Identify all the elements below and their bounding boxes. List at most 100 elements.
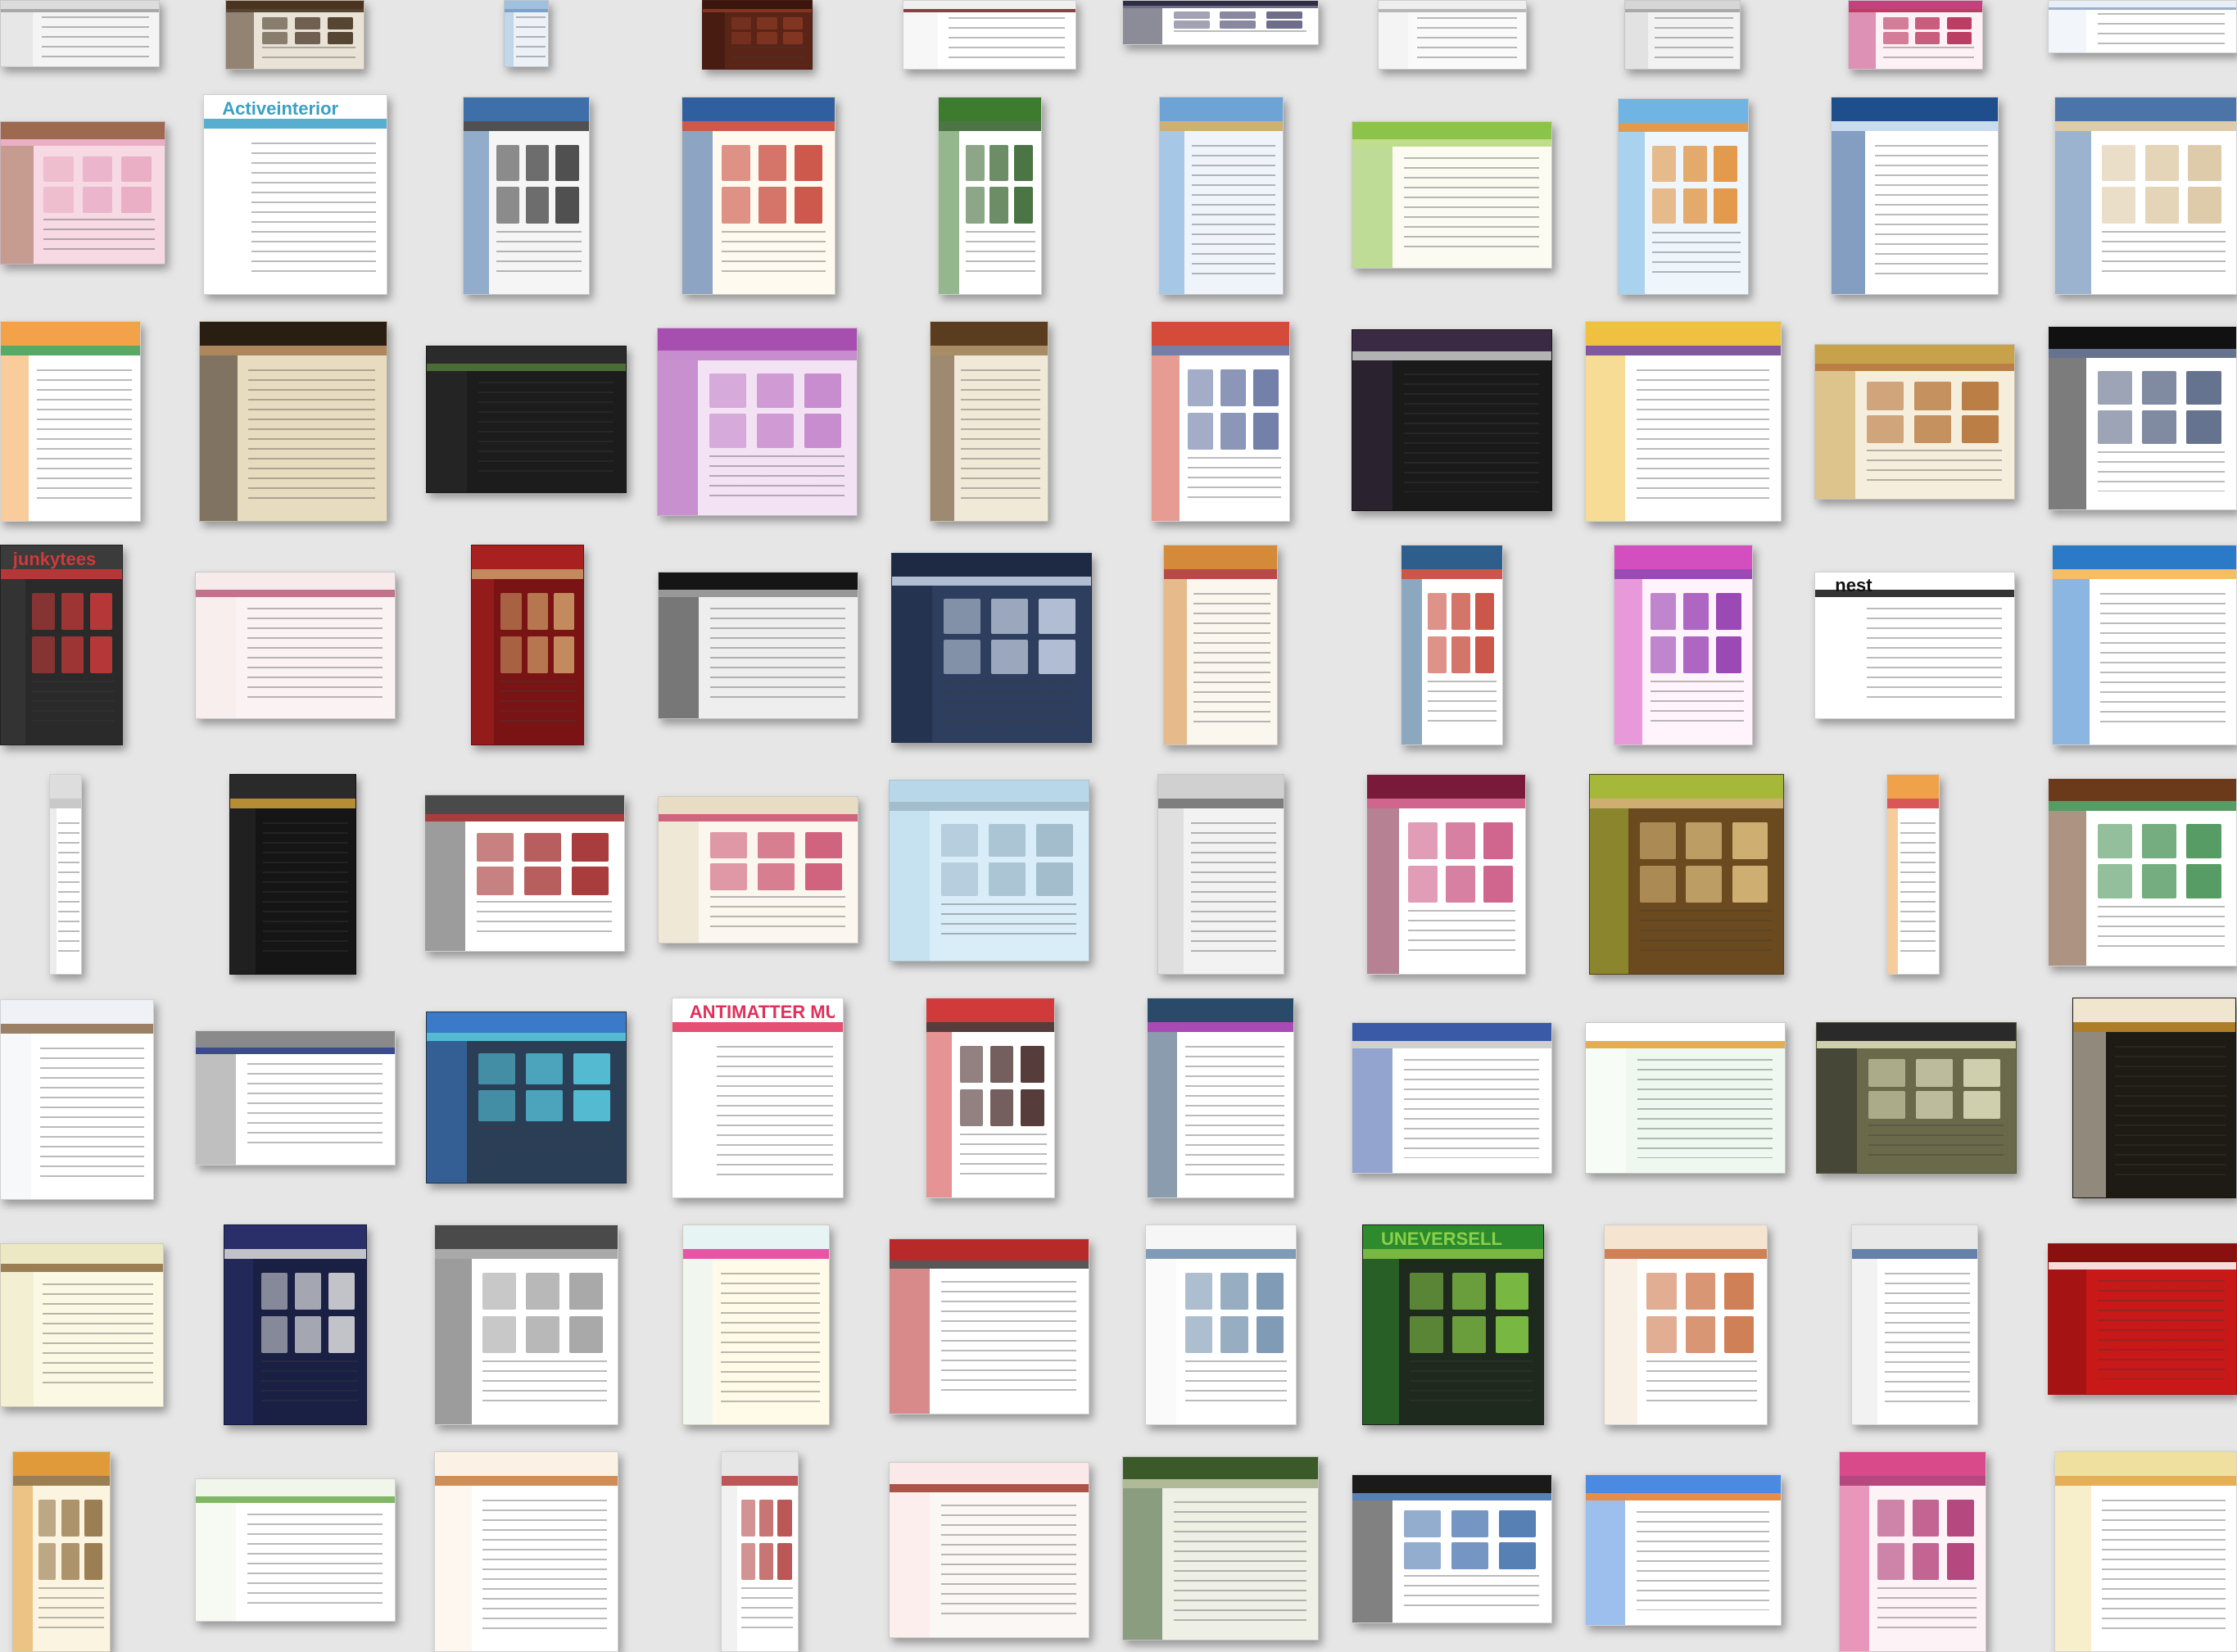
product-tile [1877,1500,1905,1537]
website-thumbnail[interactable] [2048,778,2237,966]
website-thumbnail[interactable] [682,97,835,295]
website-thumbnail[interactable] [682,1224,830,1425]
website-thumbnail[interactable] [1589,774,1784,975]
thumbnail-nav-bar [427,364,626,372]
website-thumbnail[interactable] [1816,1022,2017,1174]
website-thumbnail[interactable] [1831,97,1999,295]
product-tile [555,187,579,224]
website-thumbnail[interactable] [930,321,1048,522]
website-thumbnail[interactable] [903,0,1076,70]
website-thumbnail[interactable]: Activeinterior [203,94,387,295]
website-thumbnail[interactable] [199,321,387,522]
website-thumbnail[interactable] [889,780,1089,962]
thumbnail-sidebar [931,355,954,521]
website-thumbnail[interactable] [12,1451,111,1652]
website-thumbnail[interactable] [1352,1022,1552,1174]
website-thumbnail[interactable] [471,545,584,745]
website-thumbnail[interactable] [1122,0,1319,45]
thumbnail-nav-bar [196,1047,395,1054]
website-thumbnail[interactable]: junkytees [0,545,123,745]
website-thumbnail[interactable] [1163,545,1278,745]
website-thumbnail[interactable] [2048,326,2237,510]
website-thumbnail[interactable] [1157,774,1284,975]
website-thumbnail[interactable] [434,1224,618,1425]
website-thumbnail[interactable] [0,321,141,522]
website-thumbnail[interactable]: nest [1814,572,2015,719]
website-thumbnail[interactable] [926,998,1055,1198]
website-thumbnail[interactable] [1352,1474,1552,1623]
product-tile [1723,1273,1755,1310]
website-thumbnail[interactable] [1585,321,1782,522]
website-thumbnail[interactable] [657,328,858,516]
website-thumbnail[interactable] [49,774,82,975]
website-thumbnail[interactable] [1401,545,1503,745]
website-thumbnail[interactable] [1848,0,1983,70]
website-thumbnail[interactable] [2052,545,2237,745]
website-thumbnail[interactable] [1604,1224,1768,1425]
website-thumbnail[interactable] [891,553,1092,743]
product-tile [571,832,609,862]
website-thumbnail[interactable] [2048,1243,2237,1395]
website-thumbnail[interactable] [434,1451,618,1652]
thumbnail-product-grid [1184,1273,1284,1353]
website-thumbnail[interactable] [889,1462,1089,1638]
website-thumbnail[interactable] [195,1030,396,1165]
website-thumbnail[interactable] [2054,1451,2237,1652]
website-thumbnail[interactable] [195,1478,396,1622]
website-thumbnail[interactable] [2054,97,2237,295]
website-thumbnail[interactable] [1366,774,1526,975]
website-thumbnail[interactable] [1618,98,1749,295]
website-thumbnail[interactable] [1122,1456,1319,1641]
website-thumbnail[interactable] [229,774,356,975]
thumbnail-header [1,1,159,9]
website-thumbnail[interactable] [1585,1022,1786,1174]
website-thumbnail[interactable] [938,97,1042,295]
product-tile [1714,188,1738,224]
product-tile [1652,188,1677,224]
website-thumbnail[interactable] [2048,0,2237,53]
website-thumbnail[interactable] [0,0,160,67]
product-tile [1650,593,1676,631]
website-thumbnail[interactable] [1159,97,1284,295]
product-tile [525,1089,563,1122]
product-tile [526,144,550,181]
website-thumbnail[interactable] [2072,998,2236,1198]
website-thumbnail[interactable] [1352,121,1552,269]
website-thumbnail[interactable] [658,572,858,719]
website-thumbnail[interactable] [424,794,625,952]
website-thumbnail[interactable] [1147,998,1294,1198]
website-thumbnail[interactable] [1839,1451,1986,1652]
website-thumbnail[interactable] [1886,774,1940,975]
product-tile [121,156,152,183]
website-thumbnail[interactable] [0,121,165,265]
website-thumbnail[interactable] [225,0,365,70]
thumbnail-header [1352,1475,1551,1493]
product-tile [1266,20,1302,29]
website-thumbnail[interactable] [1378,0,1527,70]
website-thumbnail[interactable]: ANTIMATTER MULTIVERSE [672,998,844,1198]
website-thumbnail[interactable] [224,1224,367,1425]
website-thumbnail[interactable] [426,1012,627,1184]
website-thumbnail[interactable] [1585,1474,1782,1626]
website-thumbnail[interactable] [1352,329,1552,511]
website-thumbnail[interactable] [1614,545,1753,745]
website-thumbnail[interactable] [1145,1224,1297,1425]
website-thumbnail[interactable] [702,0,813,70]
website-thumbnail[interactable]: UNEVERSELL [1362,1224,1544,1425]
thumbnail-site-logo: ANTIMATTER MULTIVERSE [689,1002,835,1022]
website-thumbnail[interactable] [0,1243,164,1407]
website-thumbnail[interactable] [1814,344,2015,500]
website-thumbnail[interactable] [721,1451,799,1652]
website-thumbnail[interactable] [1624,0,1741,70]
website-thumbnail[interactable] [463,97,590,295]
website-thumbnail[interactable] [1851,1224,1978,1425]
thumbnail-text-lines [1650,681,1744,725]
product-tile [43,156,74,183]
website-thumbnail[interactable] [0,999,154,1200]
website-thumbnail[interactable] [658,796,858,944]
website-thumbnail[interactable] [1151,321,1290,522]
website-thumbnail[interactable] [426,346,627,493]
website-thumbnail[interactable] [504,0,549,67]
website-thumbnail[interactable] [195,572,396,719]
website-thumbnail[interactable] [889,1238,1089,1414]
